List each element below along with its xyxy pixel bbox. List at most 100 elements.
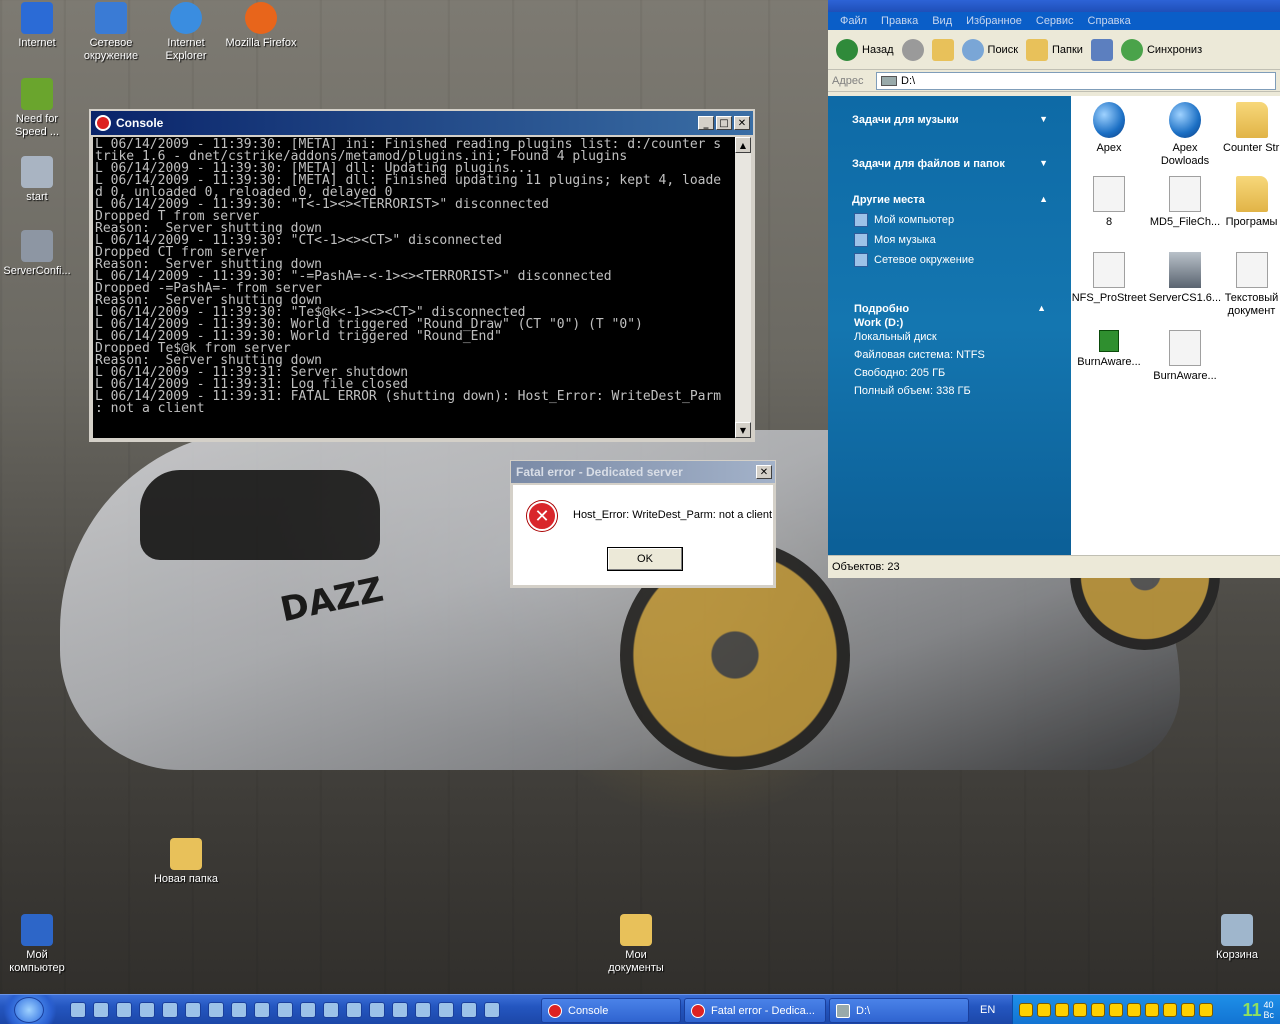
detail-filesystem: Файловая система: NTFS	[854, 349, 985, 361]
clock[interactable]: 11 40 Вс	[1242, 1000, 1274, 1021]
language-indicator[interactable]: EN	[980, 1004, 995, 1016]
details-header[interactable]: Подробно ▲	[842, 302, 1058, 316]
views-button[interactable]	[1090, 38, 1113, 61]
file-item[interactable]: 8	[1071, 176, 1147, 229]
file-item[interactable]: Програмы	[1223, 176, 1280, 229]
computer-icon	[854, 213, 868, 227]
console-output[interactable]: L 06/14/2009 - 11:39:30: [META] ini: Fin…	[93, 137, 735, 438]
folder-icon	[1235, 102, 1268, 138]
taskbar-button-console[interactable]: Console	[541, 998, 681, 1023]
menu-help[interactable]: Справка	[1088, 15, 1131, 27]
quicklaunch-icon[interactable]	[484, 1002, 500, 1018]
tray-icon[interactable]	[1181, 1003, 1195, 1017]
desktop-icon-firefox[interactable]: Mozilla Firefox	[224, 2, 298, 50]
file-item[interactable]: MD5_FileCh...	[1147, 176, 1223, 229]
quicklaunch-icon[interactable]	[139, 1002, 155, 1018]
places-header[interactable]: Другие места ▲	[842, 190, 1058, 210]
quicklaunch-icon[interactable]	[93, 1002, 109, 1018]
file-item[interactable]: BurnAware...	[1071, 330, 1147, 369]
tray-icon[interactable]	[1091, 1003, 1105, 1017]
menu-file[interactable]: Файл	[840, 15, 867, 27]
task-music[interactable]: Задачи для музыки ▼	[842, 110, 1058, 130]
desktop-icon-my-documents[interactable]: Мои документы	[599, 914, 673, 975]
tray-icon[interactable]	[1145, 1003, 1159, 1017]
desktop-icon-serverconfig[interactable]: ServerConfi...	[0, 230, 74, 278]
file-item[interactable]: ServerCS1.6...	[1147, 252, 1223, 305]
close-button[interactable]: ✕	[756, 465, 772, 479]
console-scrollbar[interactable]: ▲ ▼	[735, 137, 751, 438]
console-titlebar[interactable]: Console _ □ ✕	[91, 111, 753, 135]
forward-button[interactable]	[901, 38, 924, 61]
quicklaunch-icon[interactable]	[231, 1002, 247, 1018]
task-files[interactable]: Задачи для файлов и папок ▼	[842, 154, 1058, 174]
quicklaunch-icon[interactable]	[392, 1002, 408, 1018]
desktop-icon-nfs[interactable]: Need for Speed ...	[0, 78, 74, 139]
taskbar-button-fatal-error[interactable]: Fatal error - Dedica...	[684, 998, 826, 1023]
menu-edit[interactable]: Правка	[881, 15, 918, 27]
quicklaunch-icon[interactable]	[461, 1002, 477, 1018]
tray-icon[interactable]	[1127, 1003, 1141, 1017]
tray-icon[interactable]	[1199, 1003, 1213, 1017]
tray-icon[interactable]	[1163, 1003, 1177, 1017]
file-item[interactable]: Apex Dowloads	[1147, 102, 1223, 168]
sync-button[interactable]: Синхрониз	[1120, 38, 1202, 61]
ok-button[interactable]: OK	[607, 547, 683, 571]
quicklaunch-icon[interactable]	[346, 1002, 362, 1018]
start-button[interactable]	[0, 995, 62, 1024]
quicklaunch-icon[interactable]	[300, 1002, 316, 1018]
close-button[interactable]: ✕	[734, 116, 750, 130]
place-my-music[interactable]: Моя музыка	[842, 230, 1058, 250]
desktop-icon-recycle-bin[interactable]: Корзина	[1200, 914, 1274, 962]
file-item[interactable]: Apex	[1071, 102, 1147, 155]
scroll-down-icon[interactable]: ▼	[735, 422, 751, 438]
explorer-titlebar[interactable]	[828, 0, 1280, 12]
menu-view[interactable]: Вид	[932, 15, 952, 27]
desktop-icon-my-computer[interactable]: Мой компьютер	[0, 914, 74, 975]
chevron-up-icon[interactable]: ▲	[1037, 303, 1046, 315]
globe-icon	[1169, 102, 1201, 138]
file-item[interactable]: Текстовый документ	[1223, 252, 1280, 318]
address-field[interactable]: D:\	[876, 71, 1276, 90]
dialog-titlebar[interactable]: Fatal error - Dedicated server ✕	[511, 461, 775, 483]
tray-icon[interactable]	[1055, 1003, 1069, 1017]
quicklaunch-icon[interactable]	[116, 1002, 132, 1018]
back-button[interactable]: Назад	[836, 38, 894, 61]
console-title: Console	[116, 116, 164, 130]
maximize-button[interactable]: □	[716, 116, 732, 130]
quicklaunch-icon[interactable]	[415, 1002, 431, 1018]
quicklaunch-icon[interactable]	[70, 1002, 86, 1018]
tray-icon[interactable]	[1073, 1003, 1087, 1017]
place-network[interactable]: Сетевое окружение	[842, 250, 1058, 270]
menu-favorites[interactable]: Избранное	[966, 15, 1022, 27]
up-button[interactable]	[931, 38, 954, 61]
desktop-icon-internet[interactable]: Internet	[0, 2, 74, 50]
menu-tools[interactable]: Сервис	[1036, 15, 1074, 27]
quicklaunch-icon[interactable]	[185, 1002, 201, 1018]
desktop-icon-network[interactable]: Сетевое окружение	[74, 2, 148, 63]
quicklaunch-icon[interactable]	[254, 1002, 270, 1018]
quicklaunch-icon[interactable]	[162, 1002, 178, 1018]
folders-button[interactable]: Папки	[1026, 38, 1083, 61]
scroll-up-icon[interactable]: ▲	[735, 137, 751, 153]
desktop-icon-start[interactable]: start	[0, 156, 74, 204]
tray-icon[interactable]	[1037, 1003, 1051, 1017]
tray-icon[interactable]	[1019, 1003, 1033, 1017]
quicklaunch-icon[interactable]	[369, 1002, 385, 1018]
chevron-down-icon[interactable]: ▼	[1039, 114, 1048, 126]
file-item[interactable]: BurnAware...	[1147, 330, 1223, 383]
tray-icon[interactable]	[1109, 1003, 1123, 1017]
desktop-icon-new-folder[interactable]: Новая папка	[149, 838, 223, 886]
taskbar-button-explorer[interactable]: D:\	[829, 998, 969, 1023]
file-item[interactable]: Counter Str 1.6 - Dne	[1223, 102, 1280, 155]
minimize-button[interactable]: _	[698, 116, 714, 130]
place-my-computer[interactable]: Мой компьютер	[842, 210, 1058, 230]
search-button[interactable]: Поиск	[961, 38, 1018, 61]
chevron-up-icon[interactable]: ▲	[1039, 194, 1048, 206]
quicklaunch-icon[interactable]	[208, 1002, 224, 1018]
quicklaunch-icon[interactable]	[438, 1002, 454, 1018]
desktop-icon-ie[interactable]: Internet Explorer	[149, 2, 223, 63]
file-item[interactable]: NFS_ProStreet	[1071, 252, 1147, 305]
quicklaunch-icon[interactable]	[323, 1002, 339, 1018]
chevron-down-icon[interactable]: ▼	[1039, 158, 1048, 170]
quicklaunch-icon[interactable]	[277, 1002, 293, 1018]
